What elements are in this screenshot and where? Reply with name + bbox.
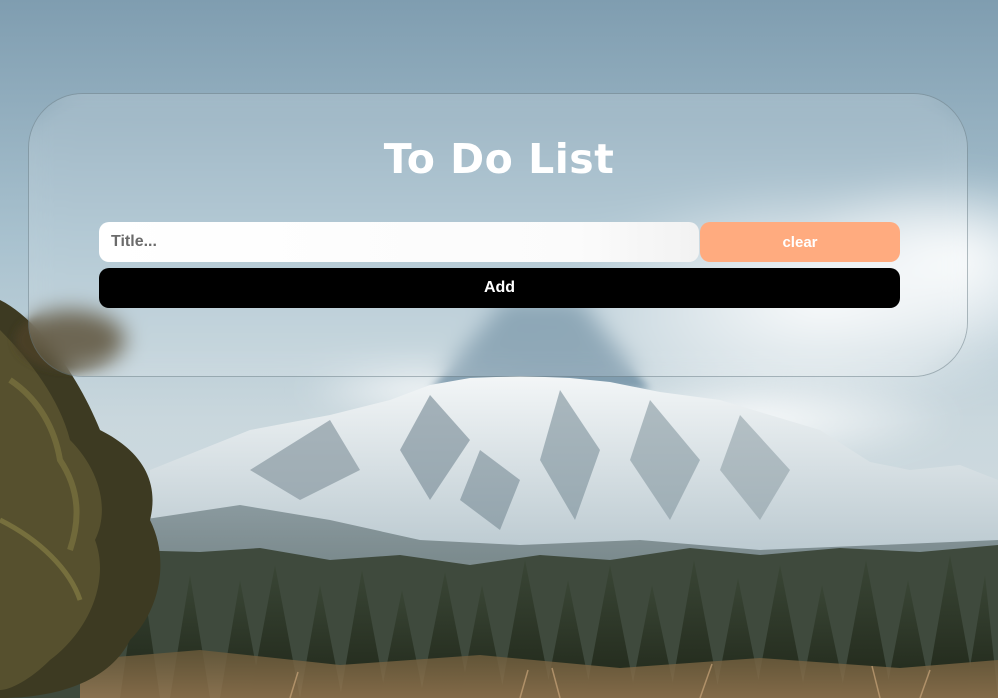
page-title: To Do List	[383, 135, 615, 183]
add-button[interactable]: Add	[99, 268, 900, 308]
clear-button[interactable]: clear	[700, 222, 900, 262]
todo-card: To Do List clear Add	[28, 93, 968, 377]
title-input[interactable]	[99, 222, 699, 262]
